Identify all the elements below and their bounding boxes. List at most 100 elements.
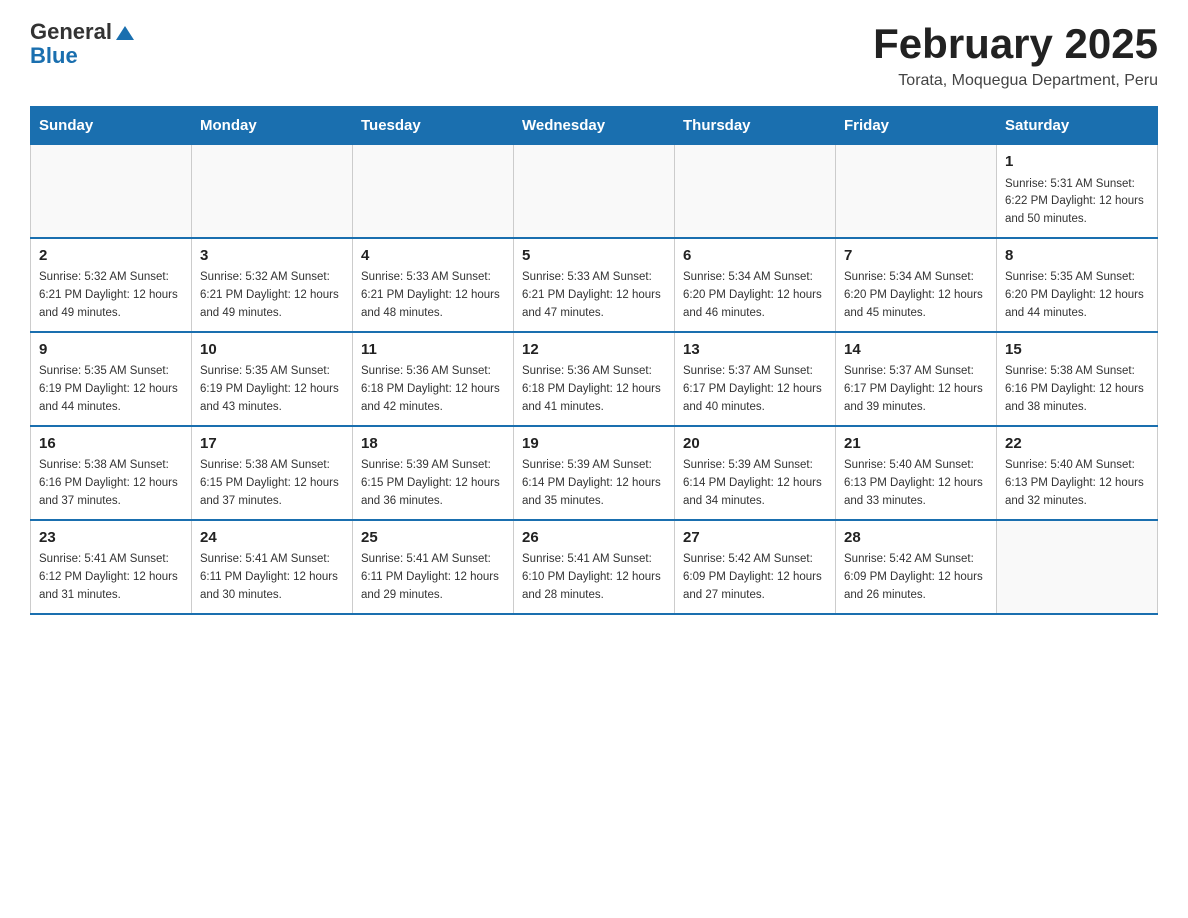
day-number: 25	[361, 527, 505, 550]
calendar-cell: 18Sunrise: 5:39 AM Sunset: 6:15 PM Dayli…	[353, 426, 514, 520]
day-number: 23	[39, 527, 183, 550]
day-info-text: Sunrise: 5:38 AM Sunset: 6:15 PM Dayligh…	[200, 457, 344, 510]
calendar-cell: 21Sunrise: 5:40 AM Sunset: 6:13 PM Dayli…	[836, 426, 997, 520]
calendar-week-row: 23Sunrise: 5:41 AM Sunset: 6:12 PM Dayli…	[31, 520, 1158, 614]
calendar-header-row: SundayMondayTuesdayWednesdayThursdayFrid…	[31, 107, 1158, 145]
day-info-text: Sunrise: 5:40 AM Sunset: 6:13 PM Dayligh…	[1005, 457, 1149, 510]
calendar-cell: 15Sunrise: 5:38 AM Sunset: 6:16 PM Dayli…	[997, 332, 1158, 426]
calendar-cell: 1Sunrise: 5:31 AM Sunset: 6:22 PM Daylig…	[997, 145, 1158, 238]
day-of-week-header: Friday	[836, 107, 997, 145]
day-of-week-header: Monday	[192, 107, 353, 145]
calendar-cell: 26Sunrise: 5:41 AM Sunset: 6:10 PM Dayli…	[514, 520, 675, 614]
day-number: 28	[844, 527, 988, 550]
calendar-week-row: 1Sunrise: 5:31 AM Sunset: 6:22 PM Daylig…	[31, 145, 1158, 238]
calendar-cell: 6Sunrise: 5:34 AM Sunset: 6:20 PM Daylig…	[675, 238, 836, 332]
calendar-cell: 25Sunrise: 5:41 AM Sunset: 6:11 PM Dayli…	[353, 520, 514, 614]
day-number: 1	[1005, 151, 1149, 174]
day-info-text: Sunrise: 5:32 AM Sunset: 6:21 PM Dayligh…	[200, 269, 344, 322]
day-info-text: Sunrise: 5:37 AM Sunset: 6:17 PM Dayligh…	[844, 363, 988, 416]
calendar-cell: 23Sunrise: 5:41 AM Sunset: 6:12 PM Dayli…	[31, 520, 192, 614]
logo: General Blue	[30, 20, 134, 68]
page-header: General Blue February 2025 Torata, Moque…	[30, 20, 1158, 90]
calendar-cell: 12Sunrise: 5:36 AM Sunset: 6:18 PM Dayli…	[514, 332, 675, 426]
calendar-week-row: 16Sunrise: 5:38 AM Sunset: 6:16 PM Dayli…	[31, 426, 1158, 520]
calendar-cell: 2Sunrise: 5:32 AM Sunset: 6:21 PM Daylig…	[31, 238, 192, 332]
calendar-subtitle: Torata, Moquegua Department, Peru	[873, 72, 1158, 90]
day-info-text: Sunrise: 5:39 AM Sunset: 6:14 PM Dayligh…	[522, 457, 666, 510]
day-info-text: Sunrise: 5:41 AM Sunset: 6:11 PM Dayligh…	[200, 551, 344, 604]
day-number: 11	[361, 339, 505, 362]
calendar-cell: 27Sunrise: 5:42 AM Sunset: 6:09 PM Dayli…	[675, 520, 836, 614]
calendar-cell: 7Sunrise: 5:34 AM Sunset: 6:20 PM Daylig…	[836, 238, 997, 332]
day-number: 4	[361, 245, 505, 268]
day-number: 20	[683, 433, 827, 456]
day-info-text: Sunrise: 5:32 AM Sunset: 6:21 PM Dayligh…	[39, 269, 183, 322]
day-info-text: Sunrise: 5:35 AM Sunset: 6:19 PM Dayligh…	[39, 363, 183, 416]
day-number: 7	[844, 245, 988, 268]
calendar-cell	[997, 520, 1158, 614]
day-number: 27	[683, 527, 827, 550]
day-number: 10	[200, 339, 344, 362]
calendar-cell: 24Sunrise: 5:41 AM Sunset: 6:11 PM Dayli…	[192, 520, 353, 614]
day-number: 13	[683, 339, 827, 362]
calendar-week-row: 2Sunrise: 5:32 AM Sunset: 6:21 PM Daylig…	[31, 238, 1158, 332]
day-info-text: Sunrise: 5:33 AM Sunset: 6:21 PM Dayligh…	[361, 269, 505, 322]
calendar-cell: 17Sunrise: 5:38 AM Sunset: 6:15 PM Dayli…	[192, 426, 353, 520]
day-number: 24	[200, 527, 344, 550]
calendar-cell: 4Sunrise: 5:33 AM Sunset: 6:21 PM Daylig…	[353, 238, 514, 332]
day-number: 6	[683, 245, 827, 268]
calendar-cell	[31, 145, 192, 238]
calendar-title: February 2025	[873, 20, 1158, 68]
calendar-cell: 20Sunrise: 5:39 AM Sunset: 6:14 PM Dayli…	[675, 426, 836, 520]
day-info-text: Sunrise: 5:38 AM Sunset: 6:16 PM Dayligh…	[1005, 363, 1149, 416]
day-info-text: Sunrise: 5:41 AM Sunset: 6:10 PM Dayligh…	[522, 551, 666, 604]
day-number: 19	[522, 433, 666, 456]
day-info-text: Sunrise: 5:41 AM Sunset: 6:12 PM Dayligh…	[39, 551, 183, 604]
day-number: 12	[522, 339, 666, 362]
logo-blue-text: Blue	[30, 44, 134, 68]
day-info-text: Sunrise: 5:37 AM Sunset: 6:17 PM Dayligh…	[683, 363, 827, 416]
day-number: 3	[200, 245, 344, 268]
day-number: 2	[39, 245, 183, 268]
day-of-week-header: Tuesday	[353, 107, 514, 145]
day-number: 21	[844, 433, 988, 456]
day-info-text: Sunrise: 5:42 AM Sunset: 6:09 PM Dayligh…	[844, 551, 988, 604]
day-info-text: Sunrise: 5:34 AM Sunset: 6:20 PM Dayligh…	[844, 269, 988, 322]
day-number: 17	[200, 433, 344, 456]
day-info-text: Sunrise: 5:39 AM Sunset: 6:15 PM Dayligh…	[361, 457, 505, 510]
day-of-week-header: Sunday	[31, 107, 192, 145]
calendar-cell	[192, 145, 353, 238]
day-info-text: Sunrise: 5:31 AM Sunset: 6:22 PM Dayligh…	[1005, 176, 1149, 229]
calendar-cell: 11Sunrise: 5:36 AM Sunset: 6:18 PM Dayli…	[353, 332, 514, 426]
calendar-cell: 19Sunrise: 5:39 AM Sunset: 6:14 PM Dayli…	[514, 426, 675, 520]
calendar-cell: 22Sunrise: 5:40 AM Sunset: 6:13 PM Dayli…	[997, 426, 1158, 520]
calendar-cell	[353, 145, 514, 238]
day-info-text: Sunrise: 5:38 AM Sunset: 6:16 PM Dayligh…	[39, 457, 183, 510]
calendar-cell: 9Sunrise: 5:35 AM Sunset: 6:19 PM Daylig…	[31, 332, 192, 426]
day-info-text: Sunrise: 5:42 AM Sunset: 6:09 PM Dayligh…	[683, 551, 827, 604]
day-number: 26	[522, 527, 666, 550]
calendar-cell: 10Sunrise: 5:35 AM Sunset: 6:19 PM Dayli…	[192, 332, 353, 426]
day-of-week-header: Wednesday	[514, 107, 675, 145]
calendar-cell: 3Sunrise: 5:32 AM Sunset: 6:21 PM Daylig…	[192, 238, 353, 332]
calendar-cell	[836, 145, 997, 238]
calendar-week-row: 9Sunrise: 5:35 AM Sunset: 6:19 PM Daylig…	[31, 332, 1158, 426]
calendar-cell: 5Sunrise: 5:33 AM Sunset: 6:21 PM Daylig…	[514, 238, 675, 332]
calendar-cell	[675, 145, 836, 238]
day-of-week-header: Saturday	[997, 107, 1158, 145]
calendar-cell: 13Sunrise: 5:37 AM Sunset: 6:17 PM Dayli…	[675, 332, 836, 426]
day-of-week-header: Thursday	[675, 107, 836, 145]
day-number: 9	[39, 339, 183, 362]
day-info-text: Sunrise: 5:39 AM Sunset: 6:14 PM Dayligh…	[683, 457, 827, 510]
calendar-cell: 14Sunrise: 5:37 AM Sunset: 6:17 PM Dayli…	[836, 332, 997, 426]
day-number: 16	[39, 433, 183, 456]
logo-general-text: General	[30, 19, 112, 44]
day-info-text: Sunrise: 5:36 AM Sunset: 6:18 PM Dayligh…	[361, 363, 505, 416]
day-info-text: Sunrise: 5:34 AM Sunset: 6:20 PM Dayligh…	[683, 269, 827, 322]
day-number: 22	[1005, 433, 1149, 456]
calendar-cell: 16Sunrise: 5:38 AM Sunset: 6:16 PM Dayli…	[31, 426, 192, 520]
calendar-cell: 8Sunrise: 5:35 AM Sunset: 6:20 PM Daylig…	[997, 238, 1158, 332]
day-info-text: Sunrise: 5:40 AM Sunset: 6:13 PM Dayligh…	[844, 457, 988, 510]
day-info-text: Sunrise: 5:36 AM Sunset: 6:18 PM Dayligh…	[522, 363, 666, 416]
day-info-text: Sunrise: 5:35 AM Sunset: 6:20 PM Dayligh…	[1005, 269, 1149, 322]
